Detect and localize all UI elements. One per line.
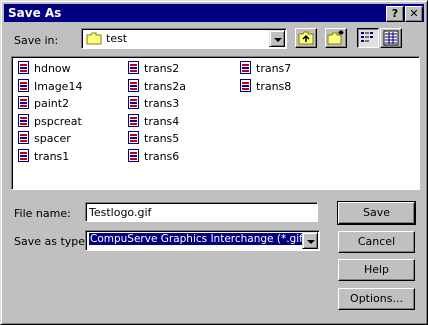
save-as-dialog: Save As ? ✕ Save in: test hdnow Image14 … <box>0 0 428 325</box>
gif-file-icon <box>18 131 29 144</box>
save-as-type-value: CompuServe Graphics Interchange (*.gif) <box>88 232 309 246</box>
options-button[interactable]: Options... <box>338 288 415 310</box>
details-view-button[interactable] <box>380 28 402 48</box>
gif-file-icon <box>240 78 251 92</box>
gif-file-icon <box>128 78 139 92</box>
help-title-button[interactable]: ? <box>386 6 404 22</box>
help-button-label: Help <box>363 263 390 276</box>
gif-file-icon <box>18 96 29 109</box>
gif-file-icon <box>128 148 139 162</box>
save-in-dropdown-arrow[interactable] <box>269 30 285 47</box>
create-new-folder-button[interactable] <box>325 28 347 48</box>
save-in-combo[interactable]: test <box>81 28 287 49</box>
file-list[interactable]: hdnow Image14 paint2 pspcreat spacer trans1 tr… <box>11 56 420 190</box>
save-in-label: Save in: <box>14 34 59 47</box>
save-as-type-label: Save as type: <box>14 235 89 248</box>
cancel-button-label: Cancel <box>357 235 396 248</box>
file-item-name: spacer <box>34 132 71 145</box>
title-bar[interactable]: Save As ? ✕ <box>4 4 424 22</box>
save-as-type-dropdown-arrow[interactable] <box>302 232 318 249</box>
up-one-level-button[interactable] <box>295 28 317 48</box>
list-view-button[interactable] <box>357 28 379 48</box>
save-button[interactable]: Save <box>337 201 416 225</box>
file-name-value: Testlogo.gif <box>89 206 152 219</box>
gif-file-icon <box>128 131 139 144</box>
gif-file-icon <box>128 61 139 74</box>
save-button-label: Save <box>362 206 390 219</box>
file-item-name: pspcreat <box>34 114 82 128</box>
file-item-name: trans2a <box>144 79 187 93</box>
file-item-name: trans1 <box>34 149 70 163</box>
file-item-name: trans8 <box>256 79 292 93</box>
file-item-name: trans4 <box>144 114 180 128</box>
options-button-label: Options... <box>350 292 403 305</box>
up-folder-icon <box>298 31 314 45</box>
file-name-label: File name: <box>14 207 71 220</box>
file-item-name: trans3 <box>144 97 180 110</box>
gif-file-icon <box>18 148 29 162</box>
file-name-input[interactable]: Testlogo.gif <box>85 202 318 222</box>
new-folder-icon <box>327 30 344 45</box>
save-in-value: test <box>106 32 128 45</box>
gif-file-icon <box>18 113 29 127</box>
gif-file-icon <box>128 96 139 109</box>
file-item-name: paint2 <box>34 97 70 110</box>
list-view-icon <box>361 32 373 42</box>
details-view-icon <box>383 30 399 46</box>
gif-file-icon <box>240 61 251 74</box>
save-as-type-combo[interactable]: CompuServe Graphics Interchange (*.gif) <box>85 230 320 251</box>
file-item-name: trans6 <box>144 149 180 163</box>
file-item-name: trans2 <box>144 62 180 75</box>
gif-file-icon <box>128 113 139 127</box>
close-button[interactable]: ✕ <box>405 6 423 22</box>
file-item-name: trans7 <box>256 62 292 75</box>
window-title: Save As <box>8 6 62 20</box>
file-item-name: hdnow <box>34 62 71 75</box>
file-item-name: trans5 <box>144 132 180 145</box>
folder-icon <box>86 32 102 45</box>
gif-file-icon <box>18 61 29 74</box>
file-item-name: Image14 <box>34 79 83 93</box>
gif-file-icon <box>18 78 29 92</box>
help-button[interactable]: Help <box>338 259 415 281</box>
cancel-button[interactable]: Cancel <box>338 231 415 253</box>
